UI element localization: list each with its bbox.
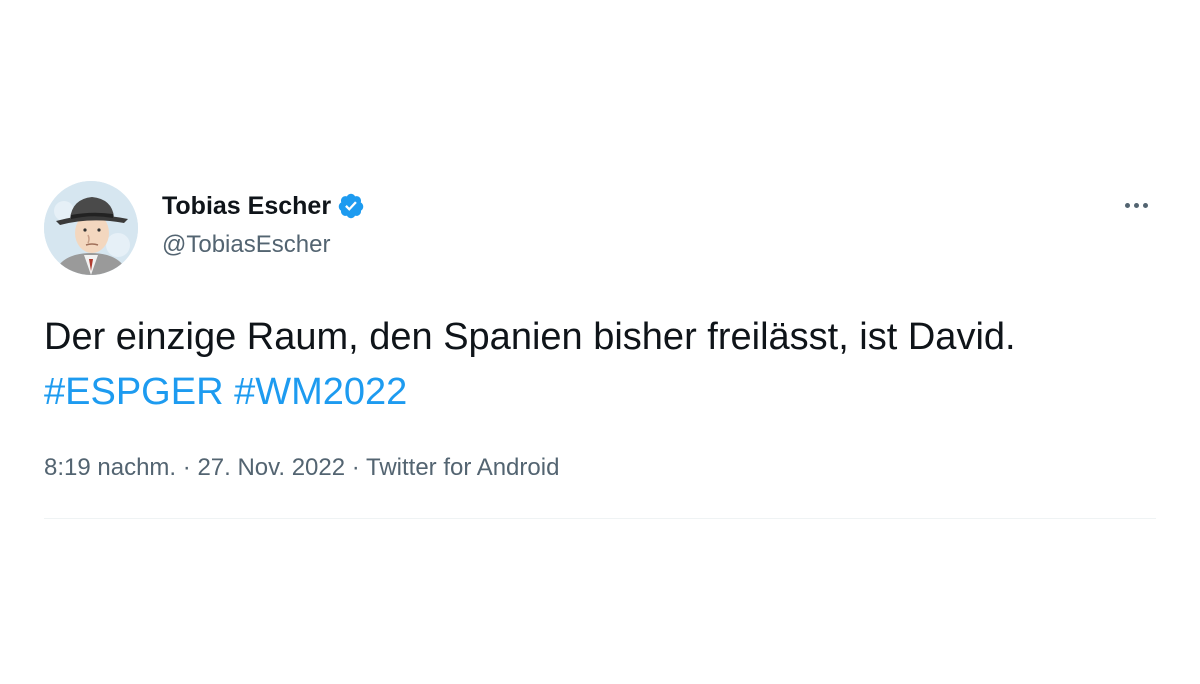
tweet-source[interactable]: Twitter for Android xyxy=(366,454,559,481)
hashtag-link[interactable]: #ESPGER xyxy=(44,371,224,413)
tweet-time[interactable]: 8:19 nachm. xyxy=(44,454,176,481)
meta-separator: · xyxy=(351,454,360,481)
user-handle[interactable]: @TobiasEscher xyxy=(162,227,365,263)
avatar[interactable] xyxy=(44,181,138,275)
dot xyxy=(1124,202,1130,208)
tweet-text: Der einzige Raum, den Spanien bisher fre… xyxy=(44,310,1144,420)
verified-badge-icon xyxy=(337,192,365,220)
tweet-card: Tobias Escher @TobiasEscher Der einzige … xyxy=(44,180,1156,519)
meta-separator: · xyxy=(182,454,191,481)
display-name[interactable]: Tobias Escher xyxy=(162,188,331,224)
tweet-date[interactable]: 27. Nov. 2022 xyxy=(197,454,345,481)
dot xyxy=(1133,202,1139,208)
dot xyxy=(1142,202,1148,208)
tweet-meta: 8:19 nachm. · 27. Nov. 2022 · Twitter fo… xyxy=(44,452,559,484)
author-names: Tobias Escher @TobiasEscher xyxy=(162,188,365,263)
tweet-header: Tobias Escher @TobiasEscher xyxy=(44,180,1156,275)
more-options-icon[interactable] xyxy=(1116,192,1156,218)
name-row: Tobias Escher xyxy=(162,188,365,224)
tweet-body-text: Der einzige Raum, den Spanien bisher fre… xyxy=(44,316,1016,358)
divider xyxy=(44,518,1156,519)
hashtag-link[interactable]: #WM2022 xyxy=(234,371,407,413)
